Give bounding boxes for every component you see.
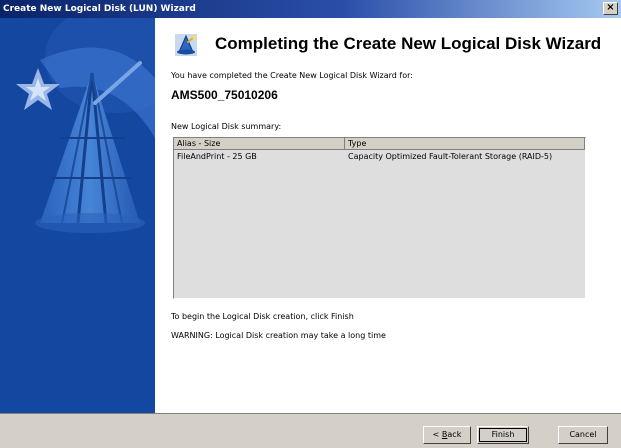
cancel-button[interactable]: Cancel [558,426,608,444]
title-bar: Create New Logical Disk (LUN) Wizard × [0,0,621,18]
column-header-type[interactable]: Type [345,138,585,150]
summary-list-header: Alias - Size Type [174,138,585,150]
type-cell: Capacity Optimized Fault-Tolerant Storag… [348,152,553,161]
finish-button[interactable]: Finish [477,426,529,444]
column-header-alias-size[interactable]: Alias - Size [174,138,345,150]
finish-hint-text: To begin the Logical Disk creation, clic… [171,312,354,321]
finish-button-label: Finish [491,430,515,439]
cancel-button-label: Cancel [569,430,597,439]
close-icon: × [606,2,615,13]
wizard-window: Create New Logical Disk (LUN) Wizard × C… [0,0,621,448]
close-button[interactable]: × [603,2,618,15]
back-button-label: ack [447,430,462,439]
wizard-hat-icon [175,34,197,56]
summary-list[interactable]: Alias - Size Type FileAndPrint - 25 GB C… [173,137,586,299]
wizard-sidebar-art [0,18,155,413]
back-button[interactable]: < Back [423,426,471,444]
wizard-illustration [0,18,155,413]
warning-text: WARNING: Logical Disk creation may take … [171,331,386,340]
intro-text: You have completed the Create New Logica… [171,71,413,80]
back-button-prefix: < [432,430,442,439]
window-title: Create New Logical Disk (LUN) Wizard [3,4,196,14]
table-row[interactable]: FileAndPrint - 25 GB Capacity Optimized … [174,151,585,162]
wizard-main-pane: Completing the Create New Logical Disk W… [155,18,621,413]
alias-size-cell: FileAndPrint - 25 GB [177,152,257,161]
wizard-content: Completing the Create New Logical Disk W… [0,18,621,413]
summary-label: New Logical Disk summary: [171,122,282,131]
storage-system-name: AMS500_75010206 [171,88,278,102]
page-title: Completing the Create New Logical Disk W… [215,34,602,53]
wizard-button-bar: < Back Finish Cancel [0,413,621,448]
